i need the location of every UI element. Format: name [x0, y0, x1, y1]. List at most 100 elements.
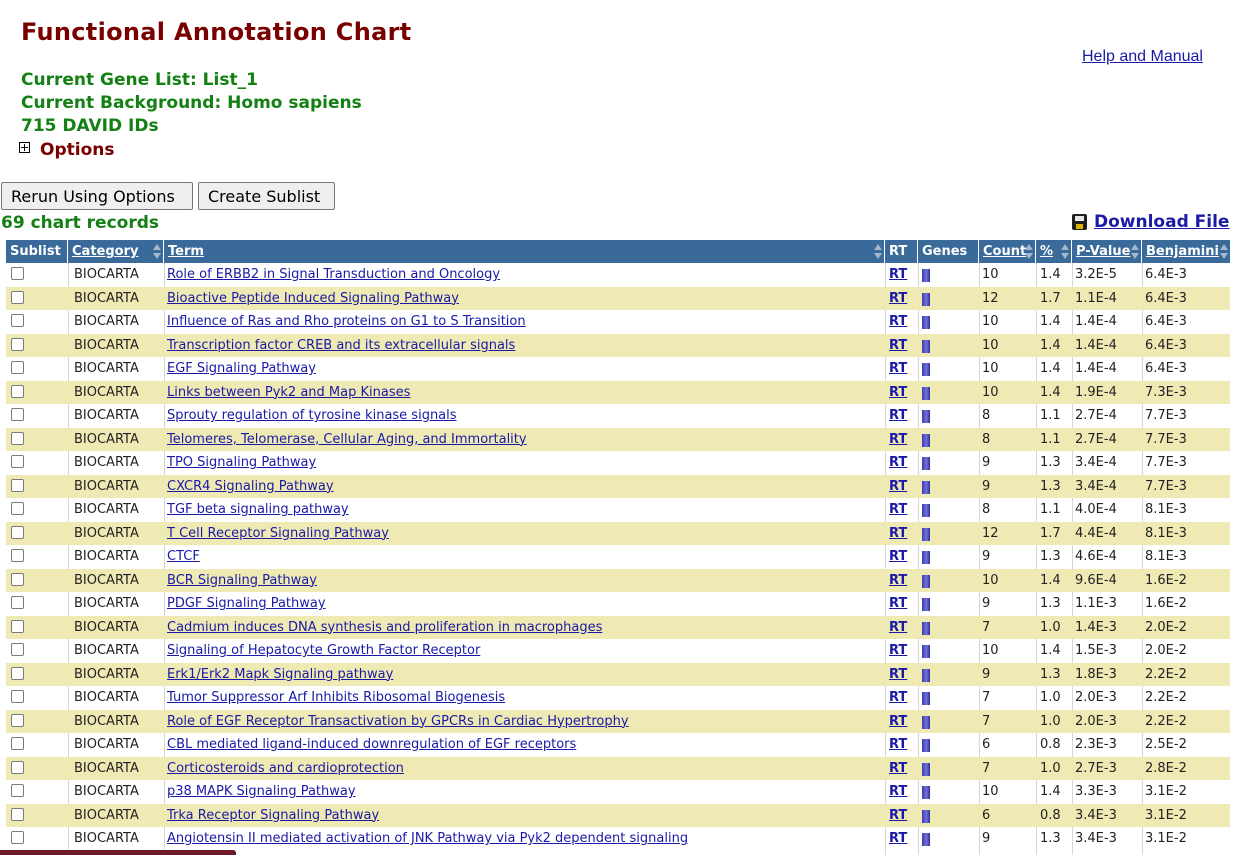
- gene-bar-icon[interactable]: [922, 457, 930, 470]
- row-term-link[interactable]: Influence of Ras and Rho proteins on G1 …: [167, 310, 526, 334]
- row-rt-link[interactable]: RT: [889, 334, 907, 358]
- row-select-checkbox[interactable]: [11, 361, 24, 374]
- row-rt-link[interactable]: RT: [889, 263, 907, 287]
- row-rt-link[interactable]: RT: [889, 451, 907, 475]
- row-rt-link[interactable]: RT: [889, 710, 907, 734]
- row-select-checkbox[interactable]: [11, 596, 24, 609]
- gene-bar-icon[interactable]: [922, 621, 930, 635]
- download-file-label[interactable]: Download File: [1094, 212, 1229, 232]
- gene-bar-icon[interactable]: [922, 833, 930, 846]
- row-term-link[interactable]: Bioactive Peptide Induced Signaling Path…: [167, 287, 459, 311]
- row-rt-link[interactable]: RT: [889, 428, 907, 452]
- header-count[interactable]: Count: [979, 240, 1036, 263]
- row-select-checkbox[interactable]: [11, 408, 24, 421]
- row-rt-link[interactable]: RT: [889, 780, 907, 804]
- gene-bar-icon[interactable]: [922, 527, 930, 541]
- row-select-checkbox[interactable]: [11, 619, 24, 633]
- row-term-link[interactable]: Angiotensin II mediated activation of JN…: [167, 827, 688, 851]
- header-pvalue[interactable]: P-Value: [1072, 240, 1142, 263]
- header-term-label[interactable]: Term: [168, 244, 204, 259]
- gene-bar-icon[interactable]: [922, 410, 930, 423]
- gene-bar-icon[interactable]: [922, 668, 930, 682]
- row-term-link[interactable]: Signaling of Hepatocyte Growth Factor Re…: [167, 639, 480, 663]
- row-select-checkbox[interactable]: [11, 314, 24, 327]
- row-term-link[interactable]: Telomeres, Telomerase, Cellular Aging, a…: [167, 428, 527, 452]
- row-rt-link[interactable]: RT: [889, 804, 907, 828]
- gene-bar-icon[interactable]: [922, 386, 930, 400]
- row-select-checkbox[interactable]: [11, 502, 24, 515]
- row-rt-link[interactable]: RT: [889, 381, 907, 405]
- row-select-checkbox[interactable]: [11, 713, 24, 727]
- gene-bar-icon[interactable]: [922, 339, 930, 353]
- row-select-checkbox[interactable]: [11, 572, 24, 586]
- row-rt-link[interactable]: RT: [889, 545, 907, 569]
- gene-bar-icon[interactable]: [922, 292, 930, 306]
- row-select-checkbox[interactable]: [11, 267, 24, 280]
- row-term-link[interactable]: Links between Pyk2 and Map Kinases: [167, 381, 410, 405]
- row-rt-link[interactable]: RT: [889, 357, 907, 381]
- row-rt-link[interactable]: RT: [889, 287, 907, 311]
- row-term-link[interactable]: Role of ERBB2 in Signal Transduction and…: [167, 263, 500, 287]
- row-rt-link[interactable]: RT: [889, 827, 907, 851]
- row-select-checkbox[interactable]: [11, 431, 24, 445]
- rerun-using-options-button[interactable]: Rerun Using Options: [1, 182, 193, 210]
- row-rt-link[interactable]: RT: [889, 663, 907, 687]
- row-term-link[interactable]: Tumor Suppressor Arf Inhibits Ribosomal …: [167, 686, 505, 710]
- row-term-link[interactable]: EGF Signaling Pathway: [167, 357, 316, 381]
- row-term-link[interactable]: Transcription factor CREB and its extrac…: [167, 334, 515, 358]
- header-term[interactable]: Term: [164, 240, 885, 263]
- row-term-link[interactable]: Role of EGF Receptor Transactivation by …: [167, 710, 629, 734]
- sort-arrows-icon[interactable]: [153, 244, 161, 259]
- gene-bar-icon[interactable]: [922, 574, 930, 588]
- gene-bar-icon[interactable]: [922, 598, 930, 611]
- gene-bar-icon[interactable]: [922, 504, 930, 517]
- row-select-checkbox[interactable]: [11, 337, 24, 351]
- row-select-checkbox[interactable]: [11, 525, 24, 539]
- row-term-link[interactable]: T Cell Receptor Signaling Pathway: [167, 522, 389, 546]
- header-percent[interactable]: %: [1036, 240, 1072, 263]
- gene-bar-icon[interactable]: [922, 692, 930, 705]
- help-manual-link[interactable]: Help and Manual: [1082, 48, 1203, 66]
- row-term-link[interactable]: p38 MAPK Signaling Pathway: [167, 780, 356, 804]
- row-select-checkbox[interactable]: [11, 737, 24, 750]
- row-select-checkbox[interactable]: [11, 831, 24, 844]
- row-term-link[interactable]: PDGF Signaling Pathway: [167, 592, 326, 616]
- row-select-checkbox[interactable]: [11, 290, 24, 304]
- row-term-link[interactable]: Trka Receptor Signaling Pathway: [167, 804, 379, 828]
- row-term-link[interactable]: CBL mediated ligand-induced downregulati…: [167, 733, 576, 757]
- row-term-link[interactable]: TGF beta signaling pathway: [167, 498, 349, 522]
- gene-bar-icon[interactable]: [922, 316, 930, 329]
- gene-bar-icon[interactable]: [922, 363, 930, 376]
- sort-arrows-icon[interactable]: [1025, 244, 1033, 259]
- gene-bar-icon[interactable]: [922, 739, 930, 752]
- row-term-link[interactable]: Sprouty regulation of tyrosine kinase si…: [167, 404, 457, 428]
- row-rt-link[interactable]: RT: [889, 616, 907, 640]
- row-select-checkbox[interactable]: [11, 666, 24, 680]
- row-term-link[interactable]: Erk1/Erk2 Mapk Signaling pathway: [167, 663, 393, 687]
- row-term-link[interactable]: Corticosteroids and cardioprotection: [167, 757, 404, 781]
- row-rt-link[interactable]: RT: [889, 569, 907, 593]
- row-rt-link[interactable]: RT: [889, 757, 907, 781]
- gene-bar-icon[interactable]: [922, 645, 930, 658]
- row-rt-link[interactable]: RT: [889, 522, 907, 546]
- row-select-checkbox[interactable]: [11, 807, 24, 821]
- options-label[interactable]: Options: [40, 140, 114, 160]
- row-rt-link[interactable]: RT: [889, 639, 907, 663]
- sort-arrows-icon[interactable]: [1131, 244, 1139, 259]
- row-select-checkbox[interactable]: [11, 643, 24, 656]
- plus-box-icon[interactable]: [19, 142, 30, 153]
- row-select-checkbox[interactable]: [11, 760, 24, 774]
- row-rt-link[interactable]: RT: [889, 475, 907, 499]
- gene-bar-icon[interactable]: [922, 269, 930, 282]
- gene-bar-icon[interactable]: [922, 762, 930, 776]
- row-rt-link[interactable]: RT: [889, 686, 907, 710]
- header-category[interactable]: Category: [68, 240, 164, 263]
- row-term-link[interactable]: CXCR4 Signaling Pathway: [167, 475, 334, 499]
- gene-bar-icon[interactable]: [922, 809, 930, 823]
- header-percent-label[interactable]: %: [1040, 244, 1053, 259]
- row-select-checkbox[interactable]: [11, 549, 24, 562]
- row-term-link[interactable]: BCR Signaling Pathway: [167, 569, 317, 593]
- row-select-checkbox[interactable]: [11, 690, 24, 703]
- header-count-label[interactable]: Count: [983, 244, 1026, 259]
- row-select-checkbox[interactable]: [11, 455, 24, 468]
